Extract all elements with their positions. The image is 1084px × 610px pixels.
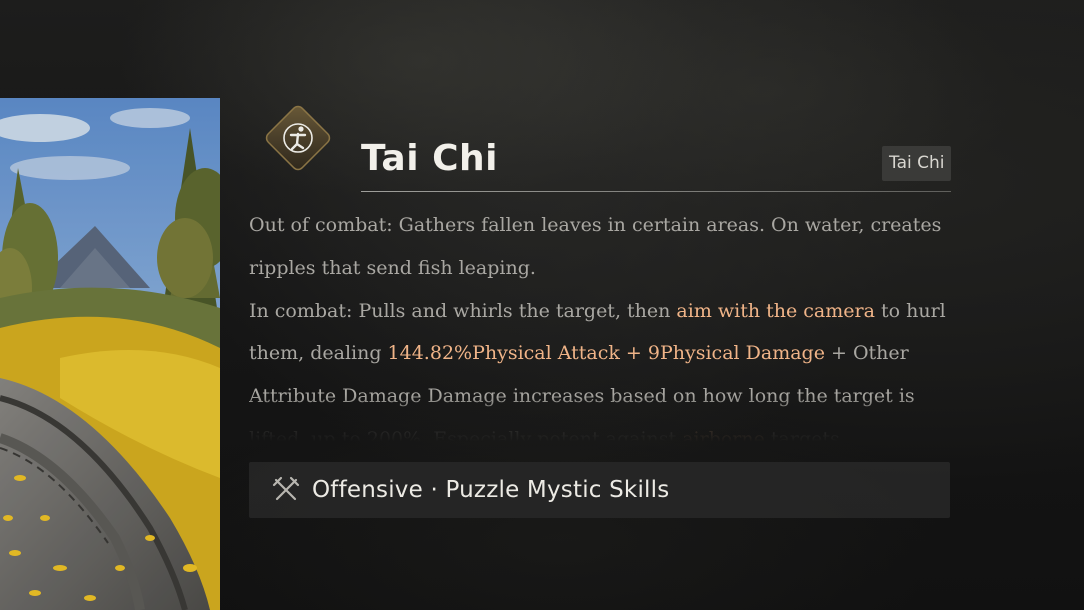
skill-description-scroll[interactable]: Out of combat: Gathers fallen leaves in … <box>249 204 949 442</box>
highlight-aim-camera: aim with the camera <box>676 299 875 322</box>
skill-description: Out of combat: Gathers fallen leaves in … <box>249 204 949 442</box>
skill-category-bar: Offensive · Puzzle Mystic Skills <box>249 462 950 518</box>
highlight-airborne: airborne <box>682 427 765 442</box>
skill-detail-screen: Tai Chi Tai Chi Out of combat: Gathers f… <box>0 0 1084 610</box>
highlight-damage-formula: 144.82%Physical Attack + 9Physical Damag… <box>387 342 825 365</box>
in-combat-text-4: targets. <box>764 427 846 442</box>
in-combat-text-1: In combat: Pulls and whirls the target, … <box>249 299 677 322</box>
skill-badge <box>261 101 335 175</box>
title-divider <box>361 191 951 192</box>
skill-title: Tai Chi <box>361 138 498 179</box>
description-out-of-combat: Out of combat: Gathers fallen leaves in … <box>249 214 942 279</box>
skill-category-label: Offensive · Puzzle Mystic Skills <box>312 477 670 503</box>
crossed-swords-icon <box>271 475 301 505</box>
description-in-combat: In combat: Pulls and whirls the target, … <box>249 290 949 442</box>
skill-type-tag: Tai Chi <box>882 146 952 181</box>
skill-preview-image <box>0 98 220 610</box>
